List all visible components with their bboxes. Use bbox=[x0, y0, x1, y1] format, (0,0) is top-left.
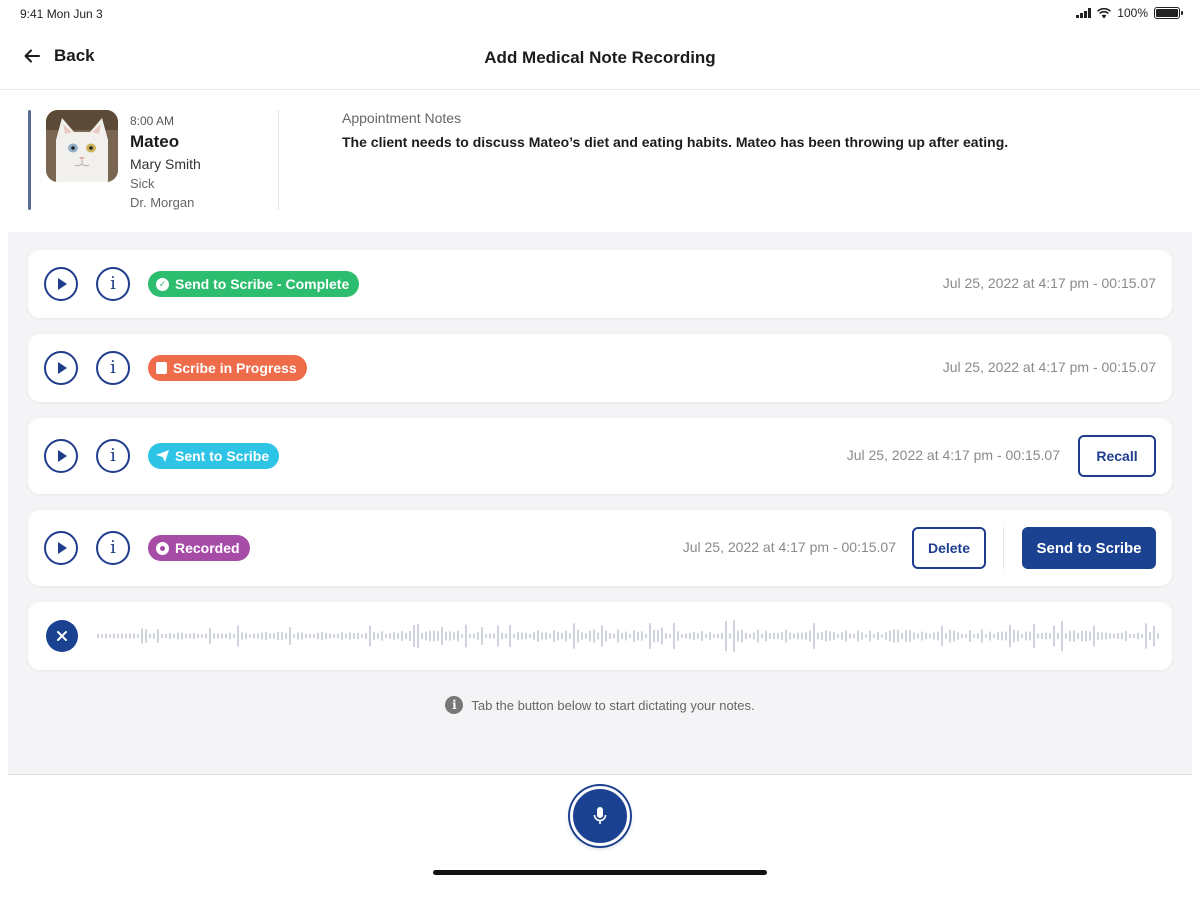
audio-waveform bbox=[97, 620, 1159, 652]
info-button[interactable]: i bbox=[96, 439, 130, 473]
info-icon: i bbox=[110, 445, 116, 466]
divider bbox=[278, 110, 279, 210]
appointment-time: 8:00 AM bbox=[130, 114, 175, 128]
doctor-name: Dr. Morgan bbox=[130, 195, 195, 210]
recording-card: i Scribe in Progress Jul 25, 2022 at 4:1… bbox=[28, 334, 1172, 402]
status-label: Sent to Scribe bbox=[175, 448, 270, 464]
status-right: 100% bbox=[1076, 6, 1183, 20]
status-label: Send to Scribe - Complete bbox=[175, 276, 350, 292]
battery-icon bbox=[1154, 7, 1183, 19]
recording-timestamp: Jul 25, 2022 at 4:17 pm - 00:15.07 bbox=[682, 539, 896, 555]
status-badge: Recorded bbox=[148, 535, 250, 561]
notes-label: Appointment Notes bbox=[342, 110, 462, 126]
dictation-hint: i Tab the button below to start dictatin… bbox=[0, 696, 1200, 714]
status-label: Scribe in Progress bbox=[173, 360, 297, 376]
appointment-notes: Appointment Notes The client needs to di… bbox=[342, 110, 1162, 150]
page-title: Add Medical Note Recording bbox=[484, 48, 716, 67]
play-icon bbox=[58, 278, 67, 290]
nav-bar: Back Add Medical Note Recording bbox=[0, 28, 1200, 90]
info-icon: i bbox=[110, 273, 116, 294]
record-icon bbox=[156, 541, 169, 555]
status-badge: ✓ Send to Scribe - Complete bbox=[148, 271, 360, 297]
close-icon bbox=[57, 631, 67, 641]
recording-card: i ✓ Send to Scribe - Complete Jul 25, 20… bbox=[28, 250, 1172, 318]
pet-name: Mateo bbox=[130, 132, 180, 151]
battery-percent: 100% bbox=[1117, 6, 1148, 20]
microphone-icon bbox=[593, 807, 607, 824]
info-button[interactable]: i bbox=[96, 531, 130, 565]
status-bar: 9:41 Mon Jun 3 100% bbox=[0, 0, 1200, 28]
pet-avatar bbox=[46, 110, 118, 182]
visit-reason: Sick bbox=[130, 176, 155, 191]
patient-info: 8:00 AM Mateo Mary Smith Sick Dr. Morgan bbox=[130, 114, 201, 210]
patient-card: 8:00 AM Mateo Mary Smith Sick Dr. Morgan… bbox=[8, 92, 1192, 230]
play-icon bbox=[58, 362, 67, 374]
cellular-signal-icon bbox=[1076, 8, 1092, 18]
home-indicator bbox=[433, 870, 767, 875]
recording-timestamp: Jul 25, 2022 at 4:17 pm - 00:15.07 bbox=[846, 447, 1060, 463]
status-badge: Sent to Scribe bbox=[148, 443, 280, 469]
status-badge: Scribe in Progress bbox=[148, 355, 307, 381]
button-divider bbox=[1003, 527, 1004, 569]
hint-text: Tab the button below to start dictating … bbox=[471, 697, 755, 713]
play-button[interactable] bbox=[44, 439, 78, 473]
owner-name: Mary Smith bbox=[130, 156, 201, 172]
status-label: Recorded bbox=[175, 540, 240, 556]
recording-card: i Recorded Jul 25, 2022 at 4:17 pm - 00:… bbox=[28, 510, 1172, 586]
play-button[interactable] bbox=[44, 531, 78, 565]
recording-timestamp: Jul 25, 2022 at 4:17 pm - 00:15.07 bbox=[942, 359, 1156, 375]
active-recording bbox=[28, 602, 1172, 670]
document-icon bbox=[156, 362, 167, 374]
recording-card: i Sent to Scribe Jul 25, 2022 at 4:17 pm… bbox=[28, 418, 1172, 494]
delete-button[interactable]: Delete bbox=[912, 527, 986, 569]
wifi-icon bbox=[1097, 7, 1112, 18]
info-button[interactable]: i bbox=[96, 267, 130, 301]
cancel-recording-button[interactable] bbox=[46, 620, 78, 652]
check-circle-icon: ✓ bbox=[156, 277, 169, 291]
accent-bar bbox=[28, 110, 31, 210]
play-button[interactable] bbox=[44, 351, 78, 385]
send-to-scribe-button[interactable]: Send to Scribe bbox=[1022, 527, 1156, 569]
info-icon: i bbox=[445, 696, 464, 714]
notes-text: The client needs to discuss Mateo’s diet… bbox=[342, 134, 1009, 150]
send-icon bbox=[156, 450, 169, 462]
recall-button[interactable]: Recall bbox=[1078, 435, 1156, 477]
battery-fill bbox=[1156, 9, 1178, 17]
info-icon: i bbox=[110, 537, 116, 558]
play-button[interactable] bbox=[44, 267, 78, 301]
play-icon bbox=[58, 450, 67, 462]
status-time: 9:41 Mon Jun 3 bbox=[20, 7, 103, 21]
recording-timestamp: Jul 25, 2022 at 4:17 pm - 00:15.07 bbox=[942, 275, 1156, 291]
info-button[interactable]: i bbox=[96, 351, 130, 385]
play-icon bbox=[58, 542, 67, 554]
info-icon: i bbox=[110, 357, 116, 378]
microphone-button[interactable] bbox=[570, 786, 630, 846]
